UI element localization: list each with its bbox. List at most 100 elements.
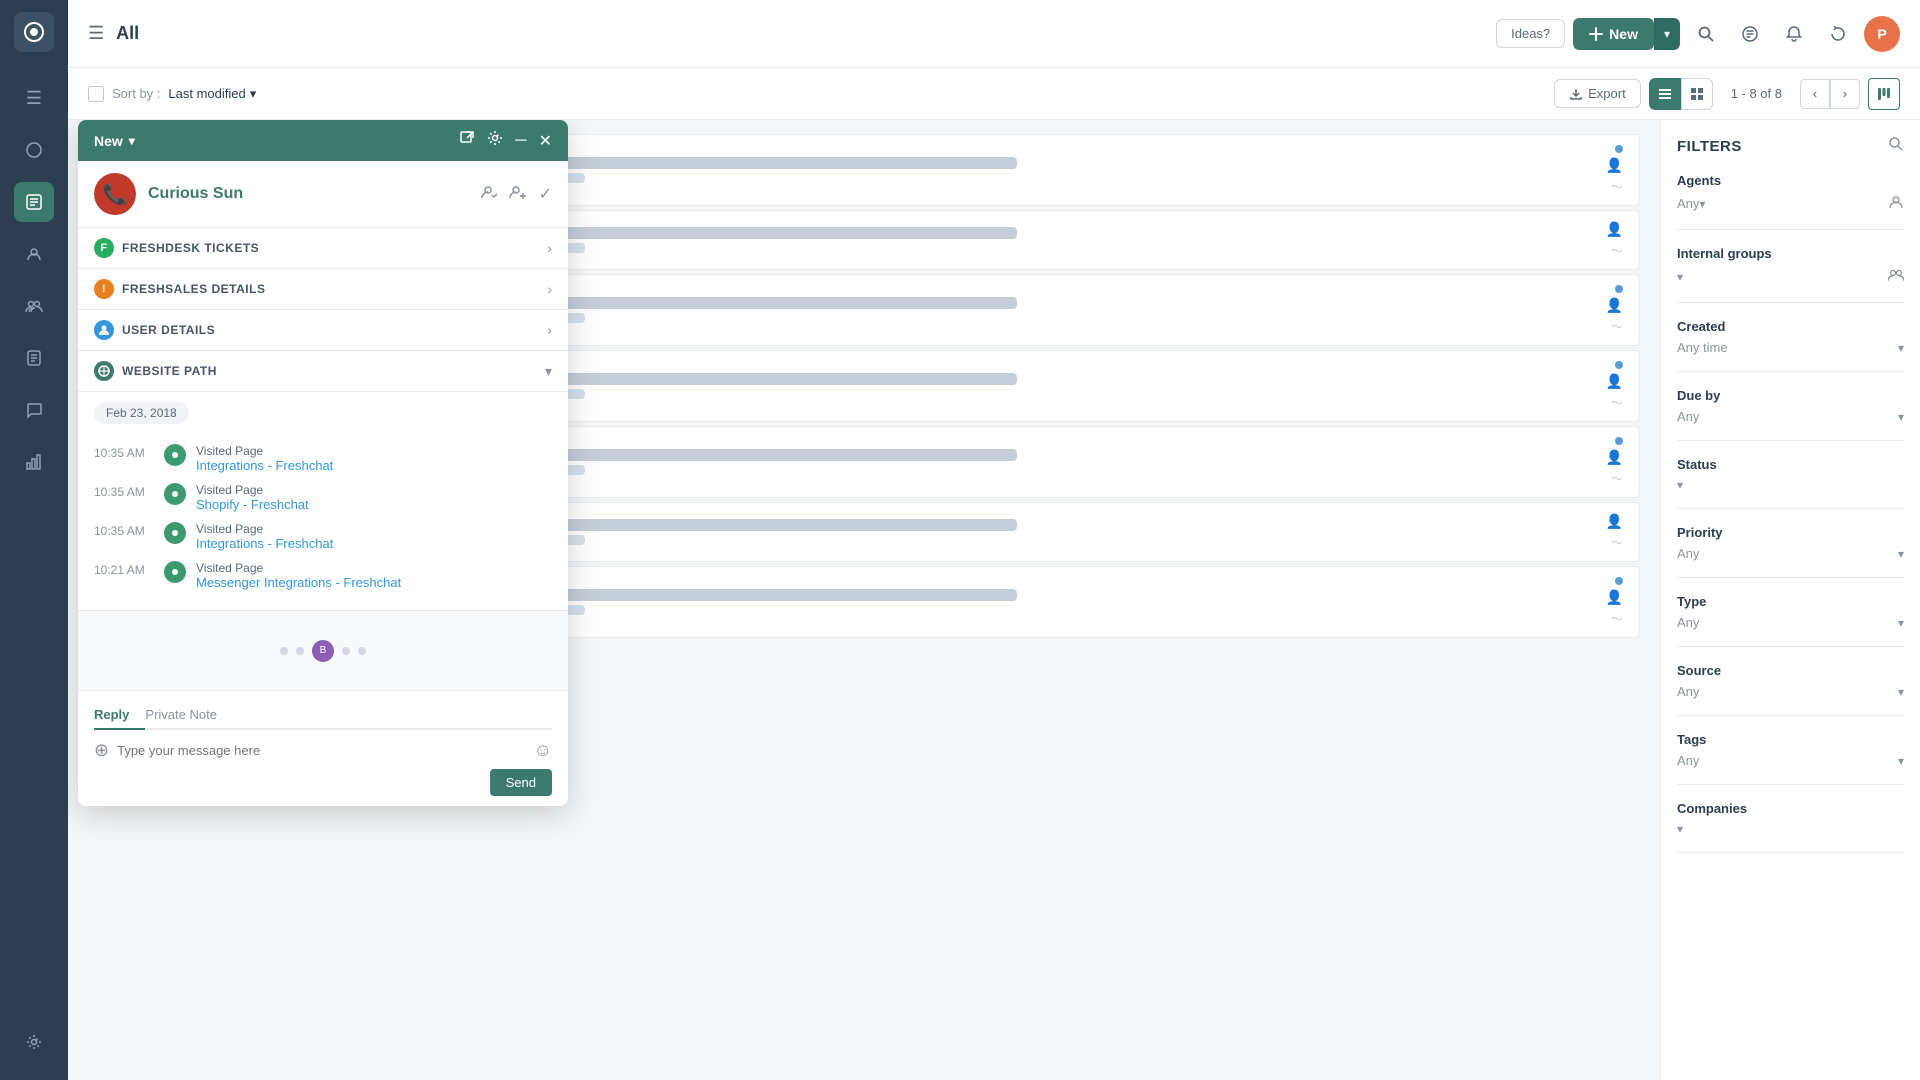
activity-icon: 〜 xyxy=(1611,394,1623,411)
priority-value: Any xyxy=(1677,546,1699,561)
sidebar-icon-menu[interactable]: ☰ xyxy=(14,78,54,118)
filters-panel: FILTERS Agents Any ▾ Inter xyxy=(1660,120,1920,1080)
sort-label: Sort by : xyxy=(112,86,160,101)
created-select[interactable]: Any time ▾ xyxy=(1677,340,1904,355)
status-dot xyxy=(1615,577,1623,585)
source-select[interactable]: Any ▾ xyxy=(1677,684,1904,699)
user-details-section[interactable]: USER DETAILS › xyxy=(78,310,568,351)
contact-bar: 📞 Curious Sun ✓ xyxy=(78,161,568,228)
refresh-button[interactable] xyxy=(1820,16,1856,52)
visit-link-2[interactable]: Integrations - Freshchat xyxy=(196,536,552,551)
website-path-section-icon xyxy=(94,361,114,381)
groups-icon xyxy=(1888,267,1904,286)
status-select[interactable]: ▾ xyxy=(1677,478,1904,492)
sidebar-icon-analytics[interactable] xyxy=(14,442,54,482)
chat-button[interactable] xyxy=(1732,16,1768,52)
agents-select[interactable]: Any ▾ xyxy=(1677,196,1705,211)
status-dot xyxy=(1615,145,1623,153)
user-avatar[interactable]: P xyxy=(1864,16,1900,52)
popup-header-actions: ─ ✕ xyxy=(459,130,552,151)
grid-view-button[interactable] xyxy=(1681,78,1713,110)
new-button[interactable]: New xyxy=(1573,18,1654,50)
internal-groups-select[interactable]: ▾ xyxy=(1677,270,1683,284)
website-path-section[interactable]: WEBSITE PATH ▾ xyxy=(78,351,568,392)
tags-select[interactable]: Any ▾ xyxy=(1677,753,1904,768)
assignee-icon: 👤 xyxy=(1606,449,1623,466)
close-popup-icon[interactable]: ✕ xyxy=(539,131,552,151)
filters-header: FILTERS xyxy=(1677,136,1904,157)
notifications-button[interactable] xyxy=(1776,16,1812,52)
visit-dot-1 xyxy=(164,483,186,505)
resolve-icon[interactable]: ✓ xyxy=(539,184,552,204)
freshsales-section[interactable]: ! FRESHSALES DETAILS › xyxy=(78,269,568,310)
type-value: Any xyxy=(1677,615,1699,630)
compose-area: Reply Private Note ⊕ ☺ Send xyxy=(78,690,568,806)
export-button[interactable]: Export xyxy=(1554,79,1641,108)
list-view-button[interactable] xyxy=(1649,78,1681,110)
created-label: Created xyxy=(1677,319,1904,334)
sidebar-icon-contacts[interactable] xyxy=(14,234,54,274)
visit-link-3[interactable]: Messenger Integrations - Freshchat xyxy=(196,575,552,590)
sidebar-logo[interactable] xyxy=(14,12,54,52)
add-member-icon[interactable] xyxy=(509,183,527,206)
private-note-tab[interactable]: Private Note xyxy=(145,701,233,730)
sidebar-icon-groups[interactable] xyxy=(14,286,54,326)
tags-value: Any xyxy=(1677,753,1699,768)
popup-header: New ▾ ─ ✕ xyxy=(78,120,568,161)
sort-value[interactable]: Last modified ▾ xyxy=(168,86,256,102)
select-all-checkbox[interactable] xyxy=(88,86,104,102)
prev-page-button[interactable]: ‹ xyxy=(1800,79,1830,109)
compose-attach-icon[interactable]: ⊕ xyxy=(94,740,109,761)
ideas-button[interactable]: Ideas? xyxy=(1496,19,1565,48)
contact-avatar: 📞 xyxy=(94,173,136,215)
companies-label: Companies xyxy=(1677,801,1904,816)
ticket-indicators: 👤 〜 xyxy=(1606,577,1623,627)
compose-emoji-icon[interactable]: ☺ xyxy=(534,740,552,761)
type-select[interactable]: Any ▾ xyxy=(1677,615,1904,630)
status-dot xyxy=(1615,285,1623,293)
next-page-button[interactable]: › xyxy=(1830,79,1860,109)
new-dropdown-button[interactable]: ▾ xyxy=(1654,18,1680,50)
contact-name: Curious Sun xyxy=(148,185,467,203)
assign-icon[interactable] xyxy=(479,183,497,206)
filters-search-icon[interactable] xyxy=(1888,136,1904,157)
search-button[interactable] xyxy=(1688,16,1724,52)
new-icon xyxy=(1589,27,1603,41)
external-link-icon[interactable] xyxy=(459,130,475,151)
sidebar-icon-chat[interactable] xyxy=(14,390,54,430)
assignee-icon: 👤 xyxy=(1606,221,1623,238)
ticket-indicators: 👤 〜 xyxy=(1606,437,1623,487)
compose-input[interactable] xyxy=(117,743,526,758)
freshdesk-section[interactable]: F FRESHDESK TICKETS › xyxy=(78,228,568,269)
compose-input-row: ⊕ ☺ xyxy=(94,740,552,761)
visit-link-0[interactable]: Integrations - Freshchat xyxy=(196,458,552,473)
companies-select[interactable]: ▾ xyxy=(1677,822,1904,836)
filter-due-by: Due by Any ▾ xyxy=(1677,388,1904,441)
bell-icon xyxy=(1785,25,1803,43)
ticket-indicators: 👤 〜 xyxy=(1606,145,1623,195)
minimize-icon[interactable]: ─ xyxy=(515,132,526,150)
toolbar-right: Export 1 - 8 of 8 ‹ › xyxy=(1554,78,1900,110)
priority-select[interactable]: Any ▾ xyxy=(1677,546,1904,561)
visit-link-1[interactable]: Shopify - Freshchat xyxy=(196,497,552,512)
sidebar-icon-settings[interactable] xyxy=(14,1022,54,1062)
freshsales-chevron-icon: › xyxy=(547,281,552,297)
due-by-select[interactable]: Any ▾ xyxy=(1677,409,1904,424)
date-badge: Feb 23, 2018 xyxy=(94,402,189,424)
sidebar-icon-tickets[interactable] xyxy=(14,182,54,222)
reply-tab[interactable]: Reply xyxy=(94,701,145,730)
website-path-chevron-icon: ▾ xyxy=(545,363,552,380)
send-button[interactable]: Send xyxy=(490,769,552,796)
sidebar-icon-home[interactable] xyxy=(14,130,54,170)
kanban-view-button[interactable] xyxy=(1868,78,1900,110)
topbar-right: Ideas? New ▾ P xyxy=(1496,16,1900,52)
visit-item-0: 10:35 AM Visited Page Integrations - Fre… xyxy=(94,444,552,473)
sidebar-icon-docs[interactable] xyxy=(14,338,54,378)
source-label: Source xyxy=(1677,663,1904,678)
toolbar: Sort by : Last modified ▾ Export 1 - 8 o… xyxy=(68,68,1920,120)
ticket-indicators: 👤 〜 xyxy=(1606,513,1623,551)
pagination-info: 1 - 8 of 8 xyxy=(1721,86,1792,101)
menu-icon[interactable]: ☰ xyxy=(88,23,104,44)
page-title: All xyxy=(116,23,139,44)
settings-icon[interactable] xyxy=(487,130,503,151)
